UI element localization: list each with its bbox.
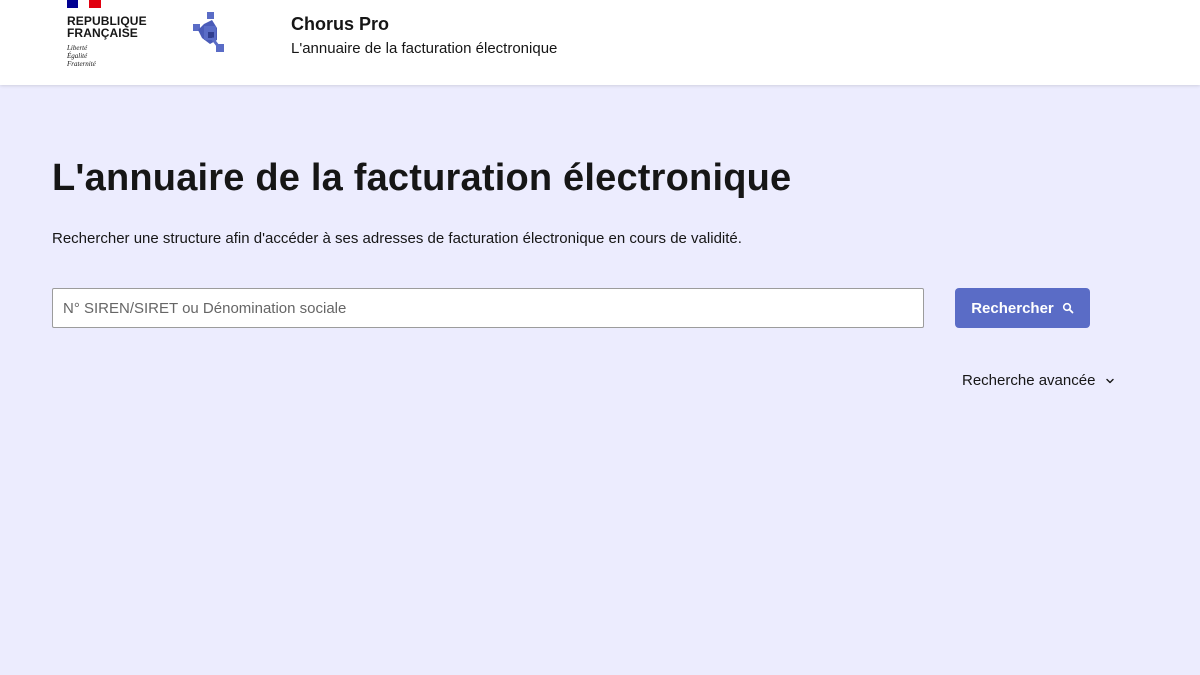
republique-francaise-flag xyxy=(67,0,101,8)
chevron-down-icon xyxy=(1106,378,1115,383)
advanced-search-label: Recherche avancée xyxy=(962,372,1096,389)
rf-motto-line-2: Égalité xyxy=(67,52,88,60)
advanced-search-toggle[interactable]: Recherche avancée xyxy=(962,372,1115,389)
search-input[interactable] xyxy=(52,288,924,328)
republique-francaise-logo-text[interactable]: REPUBLIQUE FRANÇAISE xyxy=(67,15,157,39)
app-name[interactable]: Chorus Pro xyxy=(291,14,389,35)
page-title: L'annuaire de la facturation électroniqu… xyxy=(52,157,792,199)
search-button-label: Rechercher xyxy=(971,299,1054,317)
republique-francaise-motto: Liberté Égalité Fraternité xyxy=(67,44,127,68)
rf-motto-line-3: Fraternité xyxy=(67,60,96,68)
search-icon xyxy=(1062,302,1074,314)
site-header: REPUBLIQUE FRANÇAISE Liberté Égalité Fra… xyxy=(0,0,1200,85)
rf-title-line-2: FRANÇAISE xyxy=(67,26,138,40)
rf-motto-line-1: Liberté xyxy=(67,44,88,52)
chorus-pro-logo-icon[interactable] xyxy=(190,10,236,56)
search-button[interactable]: Rechercher xyxy=(955,288,1090,328)
app-tagline: L'annuaire de la facturation électroniqu… xyxy=(291,40,558,57)
page-description: Rechercher une structure afin d'accéder … xyxy=(52,230,742,247)
